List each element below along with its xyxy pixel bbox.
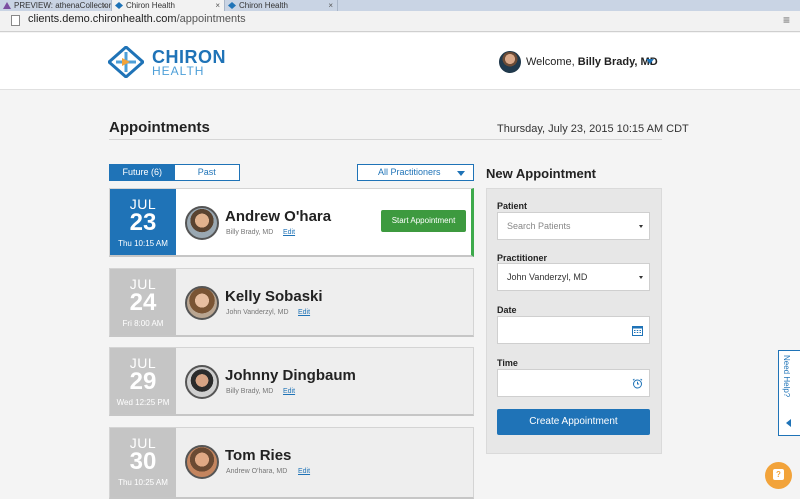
patient-name[interactable]: Johnny Dingbaum [225,367,356,384]
practitioner-name: John Vanderzyl, MD [226,309,289,316]
tab-close-icon[interactable]: × [215,0,220,11]
appointment-time: Wed 12:25 PM [116,398,170,407]
patient-name[interactable]: Tom Ries [225,447,291,464]
current-datetime: Thursday, July 23, 2015 10:15 AM CDT [497,123,689,135]
appointment-card[interactable]: JUL 29 Wed 12:25 PM Johnny Dingbaum Bill… [109,347,474,416]
create-appointment-button[interactable]: Create Appointment [497,409,650,435]
tab-close-icon[interactable]: × [102,0,107,11]
future-past-toggle: Future (6) Past [109,164,240,181]
appointment-card[interactable]: JUL 30 Thu 10:25 AM Tom Ries Andrew O'ha… [109,427,474,499]
need-help-label: Need Help? [782,355,791,398]
time-input[interactable] [497,369,650,397]
alarm-clock-icon[interactable] [632,378,643,389]
patient-placeholder: Search Patients [507,221,571,231]
patient-name[interactable]: Andrew O'hara [225,208,331,225]
divider [109,139,662,140]
date-input[interactable] [497,316,650,344]
chat-button[interactable]: ? [765,462,792,489]
appointment-day: 24 [129,289,157,316]
tab-close-icon[interactable]: × [328,0,333,11]
patient-avatar [185,445,219,479]
patient-avatar [185,206,219,240]
appointment-date: JUL 30 Thu 10:25 AM [110,428,176,497]
edit-link[interactable]: Edit [283,229,295,236]
practitioner-name: Billy Brady, MD [226,229,274,236]
start-appointment-button[interactable]: Start Appointment [381,210,466,232]
tab-future[interactable]: Future (6) [110,165,175,180]
calendar-icon[interactable] [632,325,643,336]
time-label: Time [497,358,518,368]
appointment-date: JUL 24 Fri 8:00 AM [110,269,176,335]
chat-bubble-icon: ? [773,469,784,480]
filter-label: All Practitioners [378,167,441,177]
browser-tab-athena[interactable]: PREVIEW: athenaCollector × [0,0,112,11]
appointment-day: 29 [129,368,157,395]
tab-past[interactable]: Past [175,165,240,180]
chiron-logo-icon[interactable] [108,46,144,78]
browser-tab-chiron[interactable]: Chiron Health × [225,0,338,11]
edit-link[interactable]: Edit [283,388,295,395]
appointment-time: Fri 8:00 AM [122,319,164,328]
patient-name[interactable]: Kelly Sobaski [225,288,323,305]
url-path: /appointments [176,13,246,25]
logo-subtitle: HEALTH [152,64,205,78]
welcome-prefix: Welcome, [526,56,575,68]
browser-menu-icon[interactable]: ≡ [783,13,790,27]
date-label: Date [497,305,517,315]
chevron-down-icon [639,276,643,279]
chevron-down-icon [457,171,465,176]
appointment-day: 23 [129,209,157,236]
patient-label: Patient [497,201,528,211]
patient-search-select[interactable]: Search Patients [497,212,650,240]
practitioner-name: Billy Brady, MD [226,388,274,395]
page-title: Appointments [109,119,210,136]
browser-tab-strip: PREVIEW: athenaCollector × Chiron Health… [0,0,800,11]
url-text[interactable]: clients.demo.chironhealth.com/appointmen… [28,13,246,25]
appointment-date: JUL 29 Wed 12:25 PM [110,348,176,414]
practitioner-label: Practitioner [497,253,548,263]
chiron-favicon-icon [115,2,123,9]
chevron-down-icon [639,225,643,228]
need-help-tab[interactable]: Need Help? [778,350,800,436]
practitioner-name: Andrew O'hara, MD [226,468,288,475]
patient-avatar [185,365,219,399]
practitioner-select[interactable]: John Vanderzyl, MD [497,263,650,291]
practitioner-filter-dropdown[interactable]: All Practitioners [357,164,474,181]
user-avatar[interactable] [499,51,521,73]
appointment-time: Thu 10:25 AM [118,478,168,487]
url-host: clients.demo.chironhealth.com [28,13,177,25]
athena-favicon-icon [3,2,11,9]
appointment-card[interactable]: JUL 24 Fri 8:00 AM Kelly Sobaski John Va… [109,268,474,337]
new-appointment-title: New Appointment [486,166,597,181]
edit-link[interactable]: Edit [298,468,310,475]
appointment-day: 30 [129,448,157,475]
patient-avatar [185,286,219,320]
appointment-date: JUL 23 Thu 10:15 AM [110,189,176,255]
browser-tab-label: Chiron Health [126,1,175,10]
user-welcome[interactable]: Welcome, Billy Brady, MD [526,56,658,68]
practitioner-value: John Vanderzyl, MD [507,272,588,282]
browser-tab-chiron-active[interactable]: Chiron Health × [112,0,225,11]
user-menu-chevron-down-icon[interactable] [646,59,654,64]
browser-tab-label: PREVIEW: athenaCollector [14,1,112,10]
appointment-card[interactable]: JUL 23 Thu 10:15 AM Andrew O'hara Billy … [109,188,474,257]
page-icon [11,15,20,26]
appointment-time: Thu 10:15 AM [118,239,168,248]
edit-link[interactable]: Edit [298,309,310,316]
chevron-left-icon [786,419,791,427]
browser-tab-label: Chiron Health [239,1,288,10]
chiron-favicon-icon [228,2,236,9]
